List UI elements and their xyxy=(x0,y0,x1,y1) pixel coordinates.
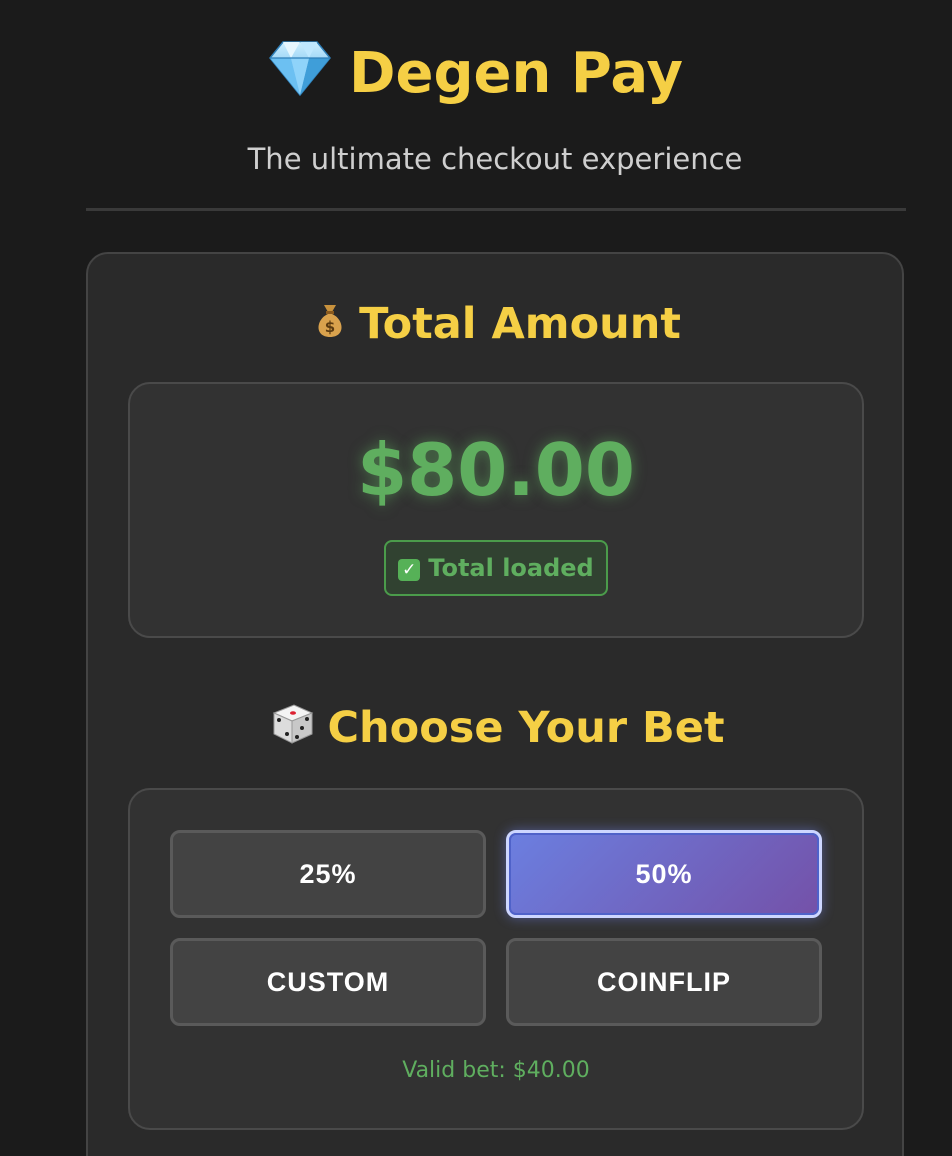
page-subtitle: The ultimate checkout experience xyxy=(247,142,743,176)
bet-option-50-button[interactable]: 50% xyxy=(506,830,822,918)
bet-option-25-button[interactable]: 25% xyxy=(170,830,486,918)
amount-box: $80.00 ✓ Total loaded xyxy=(128,382,864,638)
svg-text:$: $ xyxy=(325,318,335,336)
status-badge-text: Total loaded xyxy=(428,554,594,582)
header-divider xyxy=(86,208,906,211)
choose-bet-heading-text: Choose Your Bet xyxy=(327,703,725,753)
checkmark-icon: ✓ xyxy=(398,559,421,581)
dice-icon xyxy=(270,700,316,756)
page-title: Degen Pay xyxy=(0,38,952,109)
bet-option-coinflip-button[interactable]: COINFLIP xyxy=(506,938,822,1026)
page-title-text: Degen Pay xyxy=(348,41,683,106)
checkout-card: $ Total Amount $80.00 ✓ Total loaded Cho… xyxy=(86,252,904,1156)
choose-bet-heading: Choose Your Bet xyxy=(88,700,906,756)
bet-options-box: 25% 50% CUSTOM COINFLIP Valid bet: $40.0… xyxy=(128,788,864,1130)
valid-bet-text: Valid bet: $40.00 xyxy=(402,1058,590,1083)
total-amount-heading-text: Total Amount xyxy=(359,299,681,349)
status-badge: ✓ Total loaded xyxy=(384,540,608,596)
bet-option-custom-button[interactable]: CUSTOM xyxy=(170,938,486,1026)
diamond-icon xyxy=(269,38,331,108)
total-amount-value: $80.00 xyxy=(357,428,635,512)
total-amount-heading: $ Total Amount xyxy=(88,296,906,352)
money-bag-icon: $ xyxy=(313,296,347,352)
checkout-page: Degen Pay The ultimate checkout experien… xyxy=(0,0,952,1156)
